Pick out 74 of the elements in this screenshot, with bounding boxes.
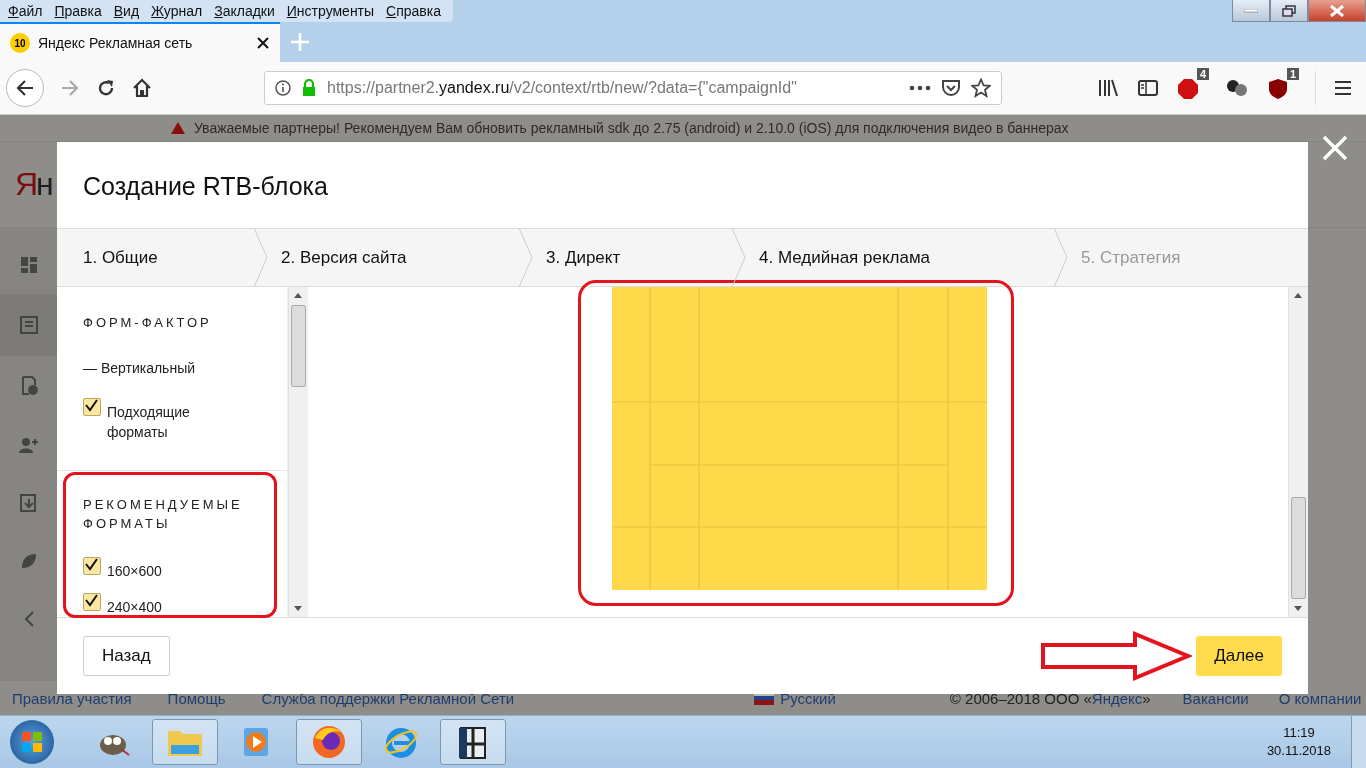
wizard-step[interactable]: 1. Общие — [83, 247, 158, 268]
back-button[interactable]: Назад — [83, 636, 170, 676]
option-text: — Вертикальный — [83, 360, 197, 376]
reload-icon[interactable] — [96, 78, 116, 98]
close-button[interactable] — [1308, 0, 1366, 22]
maximize-button[interactable] — [1270, 0, 1308, 22]
minimize-icon — [1244, 8, 1258, 13]
wizard-step[interactable]: 3. Директ — [546, 247, 621, 268]
sidebar-icon[interactable] — [1137, 78, 1159, 98]
clock-date: 30.11.2018 — [1266, 742, 1331, 760]
close-icon[interactable] — [256, 36, 270, 50]
wizard-step[interactable]: 4. Медийная реклама — [759, 247, 931, 268]
minimize-button[interactable] — [1232, 0, 1270, 22]
stop-sign-icon[interactable] — [1177, 78, 1199, 100]
browser-tab[interactable]: 10 Яндекс Рекламная сеть — [0, 22, 280, 62]
more-icon[interactable] — [909, 85, 931, 91]
count-badge: 1 — [1286, 68, 1299, 80]
clock-time: 11:19 — [1283, 724, 1315, 742]
section-heading: ФОРМ-ФАКТОР — [83, 314, 213, 332]
tab-title: Яндекс Рекламная сеть — [38, 35, 194, 51]
checkbox[interactable] — [83, 593, 101, 611]
menu-item[interactable]: Справка — [382, 3, 450, 19]
next-button[interactable]: Далее — [1196, 636, 1282, 676]
checkbox[interactable] — [83, 398, 101, 416]
chevron-divider — [519, 228, 533, 287]
windows-logo-icon — [20, 730, 44, 754]
notice-text: Уважаемые партнеры! Рекомендуем Вам обновить рекламный sdk до 2.75 (android) и 2.10.0 (iOS) для подключения видео в баннерах — [194, 120, 1069, 136]
warning-icon — [170, 121, 186, 135]
checkbox-label[interactable]: 240×400 — [107, 597, 217, 617]
chevron-divider — [254, 228, 268, 287]
chevron-divider — [1054, 228, 1068, 287]
menu-item[interactable]: Правка — [50, 3, 110, 19]
chevron-divider — [732, 228, 746, 287]
menu-item[interactable]: Вид — [109, 3, 148, 19]
restore-icon — [1282, 4, 1296, 17]
close-icon — [1329, 4, 1345, 17]
checkbox[interactable] — [83, 557, 101, 575]
menu-item[interactable]: Журнал — [147, 3, 211, 19]
window-app-icon[interactable] — [440, 719, 506, 765]
checkbox-label[interactable]: 160×600 — [107, 561, 217, 581]
wizard-step[interactable]: 2. Версия сайта — [281, 247, 407, 268]
url-text: https://partner2.yandex.ru/v2/context/rtb/new/?data={"campaignId" — [327, 79, 798, 97]
add-user-icon[interactable] — [18, 436, 39, 454]
shield-icon[interactable] — [1267, 78, 1289, 100]
lock-icon — [301, 79, 317, 97]
library-icon[interactable] — [1097, 78, 1119, 98]
menu-icon[interactable] — [1334, 80, 1352, 96]
menu-item[interactable]: Закладки — [210, 3, 283, 19]
back-button[interactable] — [6, 69, 44, 107]
back-icon — [15, 79, 35, 97]
scroll-thumb[interactable] — [291, 305, 306, 387]
count-badge: 4 — [1196, 68, 1209, 80]
dialog-title: Создание RTB-блока — [82, 170, 329, 202]
scrollbar[interactable] — [1288, 287, 1308, 617]
checkbox-label[interactable]: Подходящие форматы — [107, 402, 217, 442]
info-icon[interactable] — [275, 80, 291, 96]
download-document-icon[interactable] — [19, 494, 38, 512]
star-icon[interactable] — [971, 78, 991, 98]
scrollbar[interactable] — [288, 287, 308, 617]
address-field[interactable]: https://partner2.yandex.ru/v2/context/rtb/new/?data={"campaignId" — [264, 71, 1002, 105]
collapse-icon[interactable] — [22, 610, 35, 628]
leaf-icon[interactable] — [19, 552, 38, 570]
tab-badge: 10 — [10, 33, 30, 53]
menu-item[interactable]: Файл — [4, 3, 51, 19]
spheres-icon[interactable] — [1225, 78, 1249, 98]
logo-text: Ян — [15, 166, 52, 203]
home-icon[interactable] — [132, 78, 152, 98]
start-button[interactable] — [10, 720, 54, 764]
menu-item[interactable]: Инструменты — [282, 3, 383, 19]
section-heading: РЕКОМЕНДУЕМЫЕ ФОРМАТЫ — [83, 496, 244, 533]
copyright-text: © 2006–2018 ООО «Яндекс» — [949, 689, 1151, 707]
scroll-thumb[interactable] — [1291, 497, 1306, 599]
pocket-icon[interactable] — [941, 79, 961, 97]
dashboard-icon[interactable] — [19, 256, 38, 274]
